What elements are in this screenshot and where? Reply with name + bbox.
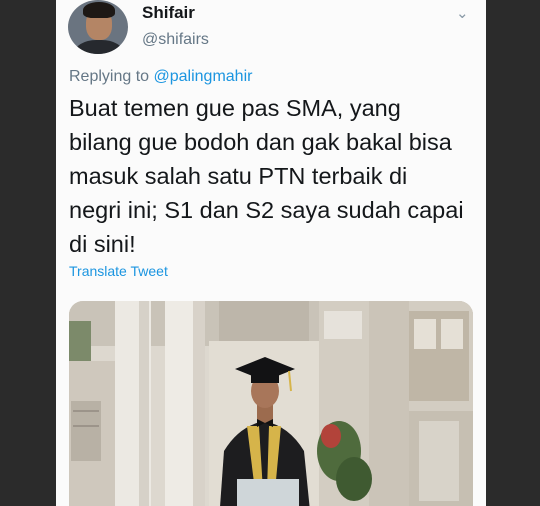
- tweet-card[interactable]: Shifair @shifairs ⌄ Replying to @palingm…: [56, 0, 486, 506]
- tweet-text-line: di sini!: [69, 231, 136, 257]
- author-name[interactable]: Shifair: [142, 3, 195, 23]
- avatar-shirt: [74, 40, 124, 54]
- tweet-text-line: masuk salah satu PTN terbaik di: [69, 163, 408, 189]
- tweet-photo[interactable]: [69, 301, 473, 506]
- reply-context: Replying to @palingmahir: [69, 68, 252, 86]
- tweet-text-line: Buat temen gue pas SMA, yang: [69, 95, 401, 121]
- reply-prefix: Replying to: [69, 68, 150, 85]
- reply-mention-link[interactable]: @palingmahir: [154, 68, 253, 85]
- tweet-text-line: bilang gue bodoh dan gak bakal bisa: [69, 129, 452, 155]
- tweet-text: Buat temen gue pas SMA, yang bilang gue …: [69, 91, 479, 261]
- graduation-photo: [69, 301, 473, 506]
- avatar[interactable]: [68, 0, 128, 54]
- tweet-text-line: negri ini; S1 dan S2 saya sudah capai: [69, 197, 464, 223]
- chevron-down-icon[interactable]: ⌄: [456, 4, 469, 22]
- author-handle[interactable]: @shifairs: [142, 31, 209, 49]
- avatar-hair: [83, 2, 115, 18]
- translate-tweet-link[interactable]: Translate Tweet: [69, 263, 168, 279]
